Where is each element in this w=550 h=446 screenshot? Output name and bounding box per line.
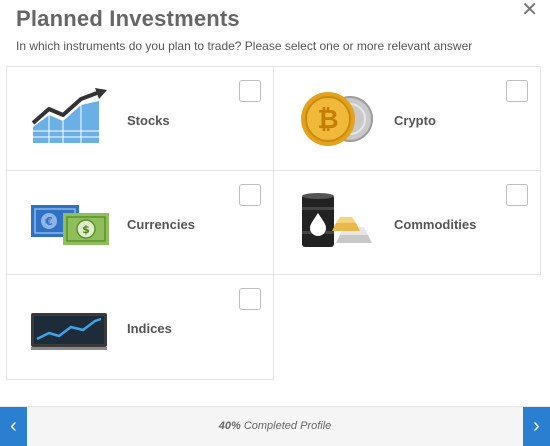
close-icon[interactable]: ✕ (521, 0, 538, 20)
prev-button[interactable]: ‹ (0, 407, 27, 446)
currency-bills-icon: € $ (31, 205, 109, 245)
page-subtitle: In which instruments do you plan to trad… (16, 39, 473, 53)
options-grid: Stocks ₿ Crypto € $ Currencies Commoditi… (6, 66, 541, 380)
progress-text: 40% Completed Profile (27, 407, 523, 446)
progress-label: Completed Profile (243, 420, 332, 432)
option-checkbox[interactable] (239, 80, 261, 102)
svg-text:€: € (44, 215, 53, 228)
option-stocks[interactable]: Stocks (6, 66, 274, 171)
option-checkbox[interactable] (239, 288, 261, 310)
option-currencies[interactable]: € $ Currencies (6, 170, 274, 275)
option-label: Crypto (394, 113, 436, 128)
page-title: Planned Investments (16, 6, 240, 31)
svg-text:$: $ (82, 223, 90, 236)
indices-monitor-icon (31, 313, 107, 350)
option-label: Indices (127, 321, 172, 336)
next-button[interactable]: › (523, 407, 550, 446)
option-label: Currencies (127, 217, 195, 232)
progress-percent: 40% (218, 420, 241, 432)
option-checkbox[interactable] (239, 184, 261, 206)
option-checkbox[interactable] (506, 184, 528, 206)
bitcoin-coins-icon: ₿ (301, 92, 373, 146)
option-indices[interactable]: Indices (6, 274, 274, 380)
oil-barrel-gold-icon (302, 193, 372, 247)
svg-text:₿: ₿ (317, 105, 338, 135)
stocks-chart-icon (31, 88, 107, 143)
option-crypto[interactable]: ₿ Crypto (273, 66, 541, 171)
option-commodities[interactable]: Commodities (273, 170, 541, 275)
option-label: Commodities (394, 217, 477, 232)
option-checkbox[interactable] (506, 80, 528, 102)
option-label: Stocks (127, 113, 170, 128)
footer-bar: ‹ 40% Completed Profile › (0, 406, 550, 446)
